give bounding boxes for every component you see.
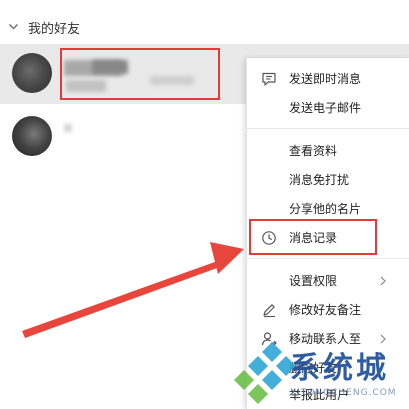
- annotation-arrow-head: [210, 242, 244, 274]
- watermark-text: 系统城: [290, 351, 389, 386]
- annotation-arrow-shaft: [22, 258, 228, 338]
- watermark-domain: XITONGCHENG.COM: [290, 388, 397, 398]
- screenshot-stage: 我的好友 发送即时消息 发送电子邮件 查看资料 消息免打扰 分享他的名片 消息记…: [0, 0, 409, 409]
